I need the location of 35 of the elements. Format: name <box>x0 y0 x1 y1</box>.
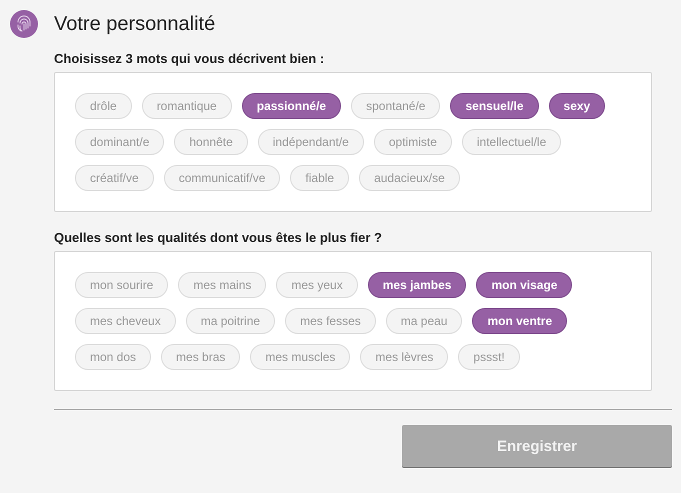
option-chip[interactable]: mes cheveux <box>75 308 176 334</box>
option-chip[interactable]: sexy <box>548 93 606 119</box>
option-chip[interactable]: spontané/e <box>351 93 440 119</box>
option-chip[interactable]: mes bras <box>161 344 240 370</box>
option-chip[interactable]: intellectuel/le <box>462 129 562 155</box>
option-chip[interactable]: mon dos <box>75 344 152 370</box>
option-chip[interactable]: audacieux/se <box>359 165 460 191</box>
option-chip[interactable]: indépendant/e <box>258 129 364 155</box>
option-chip[interactable]: passionné/e <box>242 93 342 119</box>
option-chip[interactable]: sensuel/le <box>450 93 539 119</box>
option-chip[interactable]: mes mains <box>178 272 266 298</box>
option-chip[interactable]: mon ventre <box>472 308 568 334</box>
option-chip[interactable]: romantique <box>142 93 232 119</box>
option-chip[interactable]: mes fesses <box>285 308 376 334</box>
option-chip[interactable]: dominant/e <box>75 129 164 155</box>
option-chip[interactable]: optimiste <box>374 129 452 155</box>
option-chip[interactable]: pssst! <box>458 344 520 370</box>
option-chip[interactable]: honnête <box>174 129 248 155</box>
option-chip[interactable]: mes muscles <box>250 344 350 370</box>
question-label: Quelles sont les qualités dont vous êtes le plus fier ? <box>54 230 383 245</box>
option-chip[interactable]: communicatif/ve <box>164 165 280 191</box>
option-chip[interactable]: mon sourire <box>75 272 168 298</box>
page-title: Votre personnalité <box>54 12 216 36</box>
option-chip[interactable]: mes yeux <box>276 272 358 298</box>
save-button[interactable]: Enregistrer <box>402 425 672 467</box>
option-chip[interactable]: mes jambes <box>368 272 466 298</box>
option-chip[interactable]: drôle <box>75 93 132 119</box>
option-chip[interactable]: mes lèvres <box>360 344 448 370</box>
option-chip[interactable]: ma peau <box>386 308 462 334</box>
option-chip[interactable]: mon visage <box>476 272 572 298</box>
option-chip[interactable]: créatif/ve <box>75 165 154 191</box>
question-label: Choisissez 3 mots qui vous décrivent bien : <box>54 51 326 66</box>
fingerprint-icon <box>10 10 38 38</box>
option-chip[interactable]: ma poitrine <box>186 308 276 334</box>
option-chip[interactable]: fiable <box>290 165 350 191</box>
